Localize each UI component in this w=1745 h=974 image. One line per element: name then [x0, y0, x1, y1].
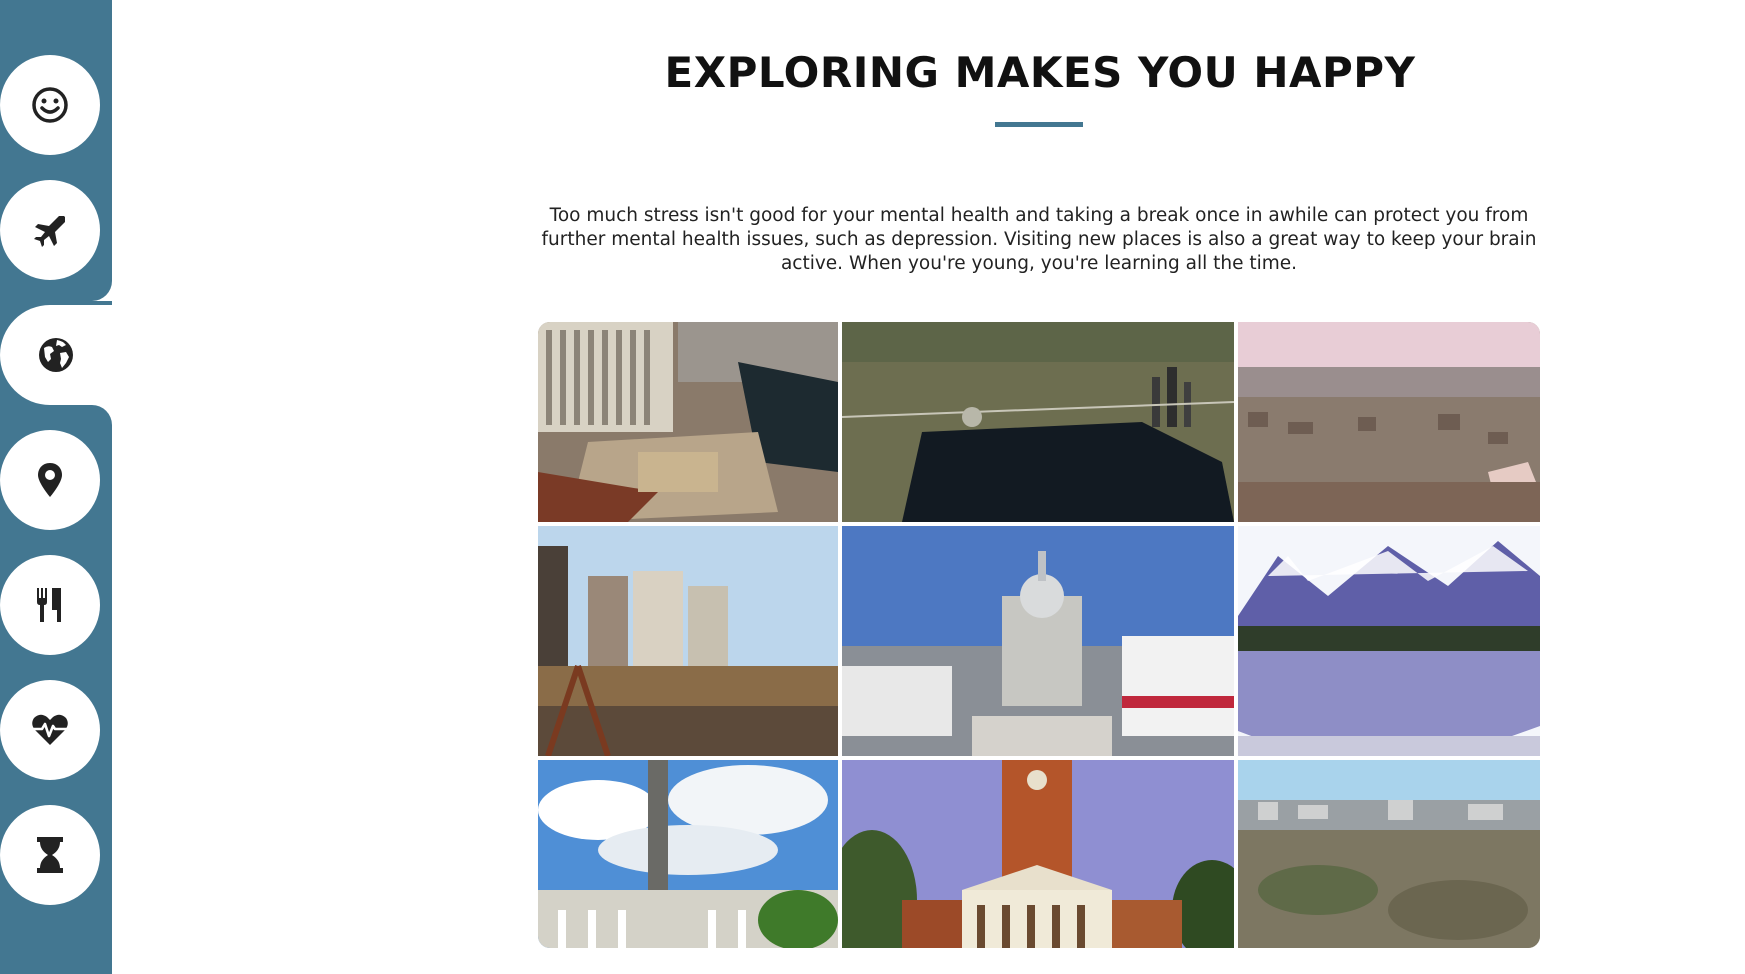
globe-icon: [36, 335, 76, 375]
map-marker-icon: [30, 460, 70, 500]
sidebar-item-smile[interactable]: [0, 55, 100, 155]
sidebar-item-location[interactable]: [0, 430, 100, 530]
photo-skyline-river-bridge: [538, 526, 838, 756]
plane-icon: [30, 210, 70, 250]
utensils-icon: [30, 585, 70, 625]
sidebar: [0, 0, 112, 974]
title-underline: [995, 122, 1083, 127]
photo-capitol-dome-buses: [842, 526, 1234, 756]
hourglass-icon: [30, 835, 70, 875]
photo-aerial-hotel-rooftop: [538, 322, 838, 522]
sidebar-item-globe[interactable]: [0, 305, 112, 405]
sidebar-item-health[interactable]: [0, 680, 100, 780]
sidebar-item-food[interactable]: [0, 555, 100, 655]
photo-hillside-cityscape: [1238, 322, 1540, 522]
smile-icon: [30, 85, 70, 125]
photo-mountain-lake-reflection: [1238, 526, 1540, 756]
page-title: EXPLORING MAKES YOU HAPPY: [664, 48, 1416, 97]
sidebar-item-time[interactable]: [0, 805, 100, 905]
heartbeat-icon: [30, 710, 70, 750]
photo-city-park-overview: [1238, 760, 1540, 948]
photo-monument-column-clouds: [538, 760, 838, 948]
intro-paragraph: Too much stress isn't good for your ment…: [541, 205, 1537, 274]
sidebar-item-plane[interactable]: [0, 180, 100, 280]
city-photo-collage: [538, 322, 1540, 948]
photo-clock-tower-building: [842, 760, 1234, 948]
photo-aerial-city-river: [842, 322, 1234, 522]
